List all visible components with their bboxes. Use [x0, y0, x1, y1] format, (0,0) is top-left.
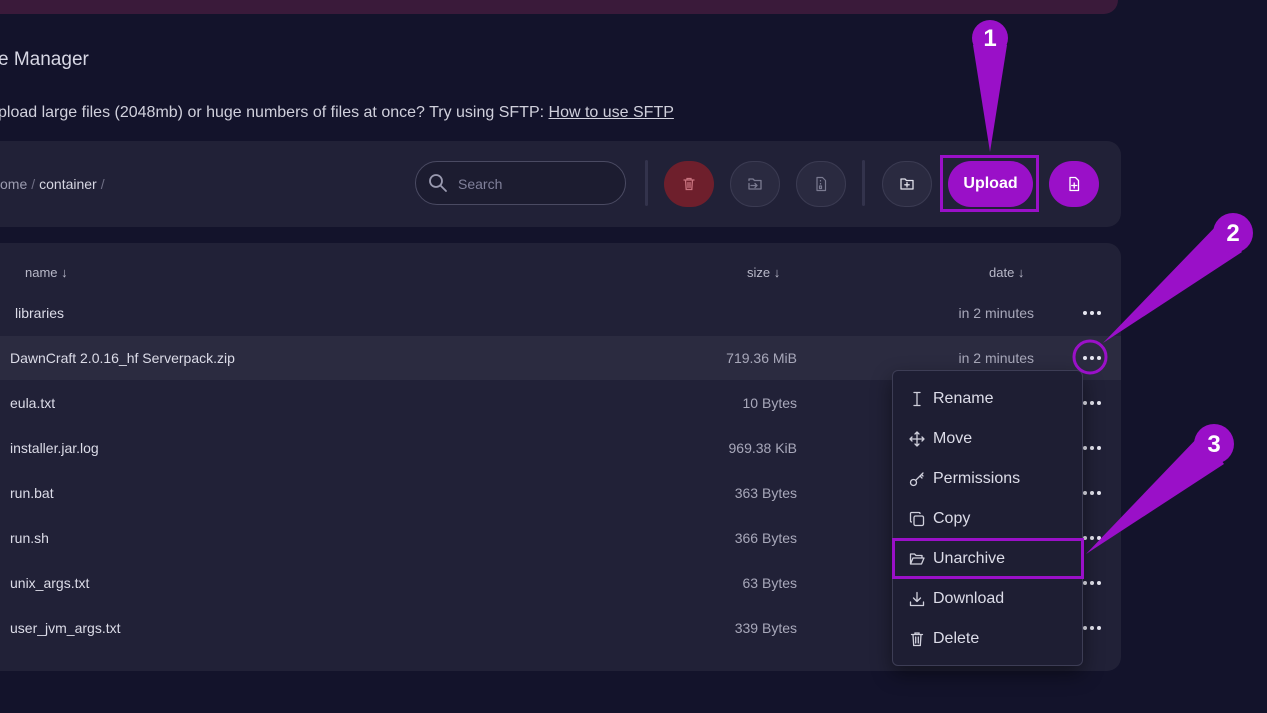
file-size: 10 Bytes: [742, 395, 797, 411]
column-header-name[interactable]: name ↓: [25, 265, 68, 280]
breadcrumb-separator: /: [31, 176, 36, 192]
unarchive-highlight-box: [892, 538, 1084, 579]
notice-banner: [0, 0, 1118, 14]
file-name[interactable]: eula.txt: [10, 395, 55, 411]
menu-item-label: Rename: [933, 390, 994, 407]
row-menu-button[interactable]: [1081, 483, 1103, 503]
column-header-size[interactable]: size ↓: [747, 265, 780, 280]
archive-icon: [816, 176, 827, 192]
file-date: in 2 minutes: [958, 305, 1034, 321]
sftp-hint-text: pload large files (2048mb) or huge numbe…: [0, 104, 545, 121]
key-icon: [909, 472, 924, 487]
search-icon: [429, 174, 447, 192]
new-folder-button[interactable]: [882, 161, 932, 207]
menu-item-download[interactable]: Download: [893, 579, 1082, 619]
breadcrumb-home[interactable]: ome: [0, 176, 27, 192]
sftp-hint: pload large files (2048mb) or huge numbe…: [0, 104, 674, 122]
more-options-icon: [1083, 311, 1101, 315]
file-name[interactable]: unix_args.txt: [10, 575, 89, 591]
file-name[interactable]: installer.jar.log: [10, 440, 99, 456]
breadcrumb: ome / container /: [0, 176, 109, 192]
context-menu: Rename Move Permissions Copy Unarchive D…: [892, 370, 1083, 666]
file-size: 719.36 MiB: [726, 350, 797, 366]
archive-button[interactable]: [796, 161, 846, 207]
page-title: e Manager: [0, 49, 89, 70]
more-options-icon: [1083, 536, 1101, 540]
file-name[interactable]: user_jvm_args.txt: [10, 620, 120, 636]
row-menu-button[interactable]: [1081, 438, 1103, 458]
menu-item-label: Download: [933, 590, 1005, 607]
breadcrumb-separator: /: [100, 176, 105, 192]
delete-button[interactable]: [664, 161, 714, 207]
row-menu-button[interactable]: [1081, 618, 1103, 638]
search-input[interactable]: [456, 172, 620, 196]
menu-item-copy[interactable]: Copy: [893, 499, 1082, 539]
new-file-button[interactable]: [1049, 161, 1099, 207]
file-name[interactable]: run.bat: [10, 485, 54, 501]
menu-item-permissions[interactable]: Permissions: [893, 459, 1082, 499]
menu-item-label: Delete: [933, 630, 980, 647]
more-options-icon: [1083, 626, 1101, 630]
download-icon: [909, 591, 925, 607]
cursor-text-icon: [913, 391, 921, 407]
file-name[interactable]: libraries: [15, 305, 64, 321]
row-menu-button[interactable]: [1081, 573, 1103, 593]
upload-highlight-box: [940, 155, 1039, 212]
more-options-icon: [1083, 401, 1101, 405]
file-name[interactable]: DawnCraft 2.0.16_hf Serverpack.zip: [10, 350, 235, 366]
file-size: 969.38 KiB: [728, 440, 798, 456]
file-size: 63 Bytes: [742, 575, 797, 591]
file-size: 363 Bytes: [734, 485, 797, 501]
file-date: in 2 minutes: [958, 350, 1034, 366]
trash-icon: [910, 632, 924, 647]
search-box: [415, 161, 626, 205]
move-button[interactable]: [730, 161, 780, 207]
row-menu-button[interactable]: [1081, 348, 1103, 368]
more-options-icon: [1083, 356, 1101, 360]
row-menu-button[interactable]: [1081, 303, 1103, 323]
file-name[interactable]: run.sh: [10, 530, 49, 546]
menu-item-label: Move: [933, 430, 973, 447]
more-options-icon: [1083, 446, 1101, 450]
trash-icon: [683, 177, 695, 191]
move-arrows-icon: [909, 431, 925, 447]
callout-number-2: 2: [1226, 220, 1240, 247]
copy-icon: [909, 511, 925, 527]
toolbar-divider: [862, 160, 865, 206]
table-row[interactable]: libraries in 2 minutes: [0, 291, 1121, 335]
callout-number-1: 1: [983, 25, 997, 52]
breadcrumb-container[interactable]: container: [39, 176, 97, 192]
more-options-icon: [1083, 581, 1101, 585]
toolbar-divider: [645, 160, 648, 206]
menu-item-rename[interactable]: Rename: [893, 379, 1082, 419]
menu-item-label: Permissions: [933, 470, 1021, 487]
file-size: 339 Bytes: [734, 620, 797, 636]
column-header-date[interactable]: date ↓: [989, 265, 1024, 280]
menu-item-move[interactable]: Move: [893, 419, 1082, 459]
more-options-icon: [1083, 491, 1101, 495]
move-icon: [748, 178, 762, 190]
file-size: 366 Bytes: [734, 530, 797, 546]
new-file-icon: [1069, 176, 1080, 192]
row-menu-button[interactable]: [1081, 528, 1103, 548]
sftp-help-link[interactable]: How to use SFTP: [549, 104, 674, 121]
row-menu-button[interactable]: [1081, 393, 1103, 413]
menu-item-delete[interactable]: Delete: [893, 619, 1082, 659]
callout-number-3: 3: [1207, 431, 1221, 458]
menu-item-label: Copy: [933, 510, 971, 527]
new-folder-icon: [900, 178, 914, 190]
